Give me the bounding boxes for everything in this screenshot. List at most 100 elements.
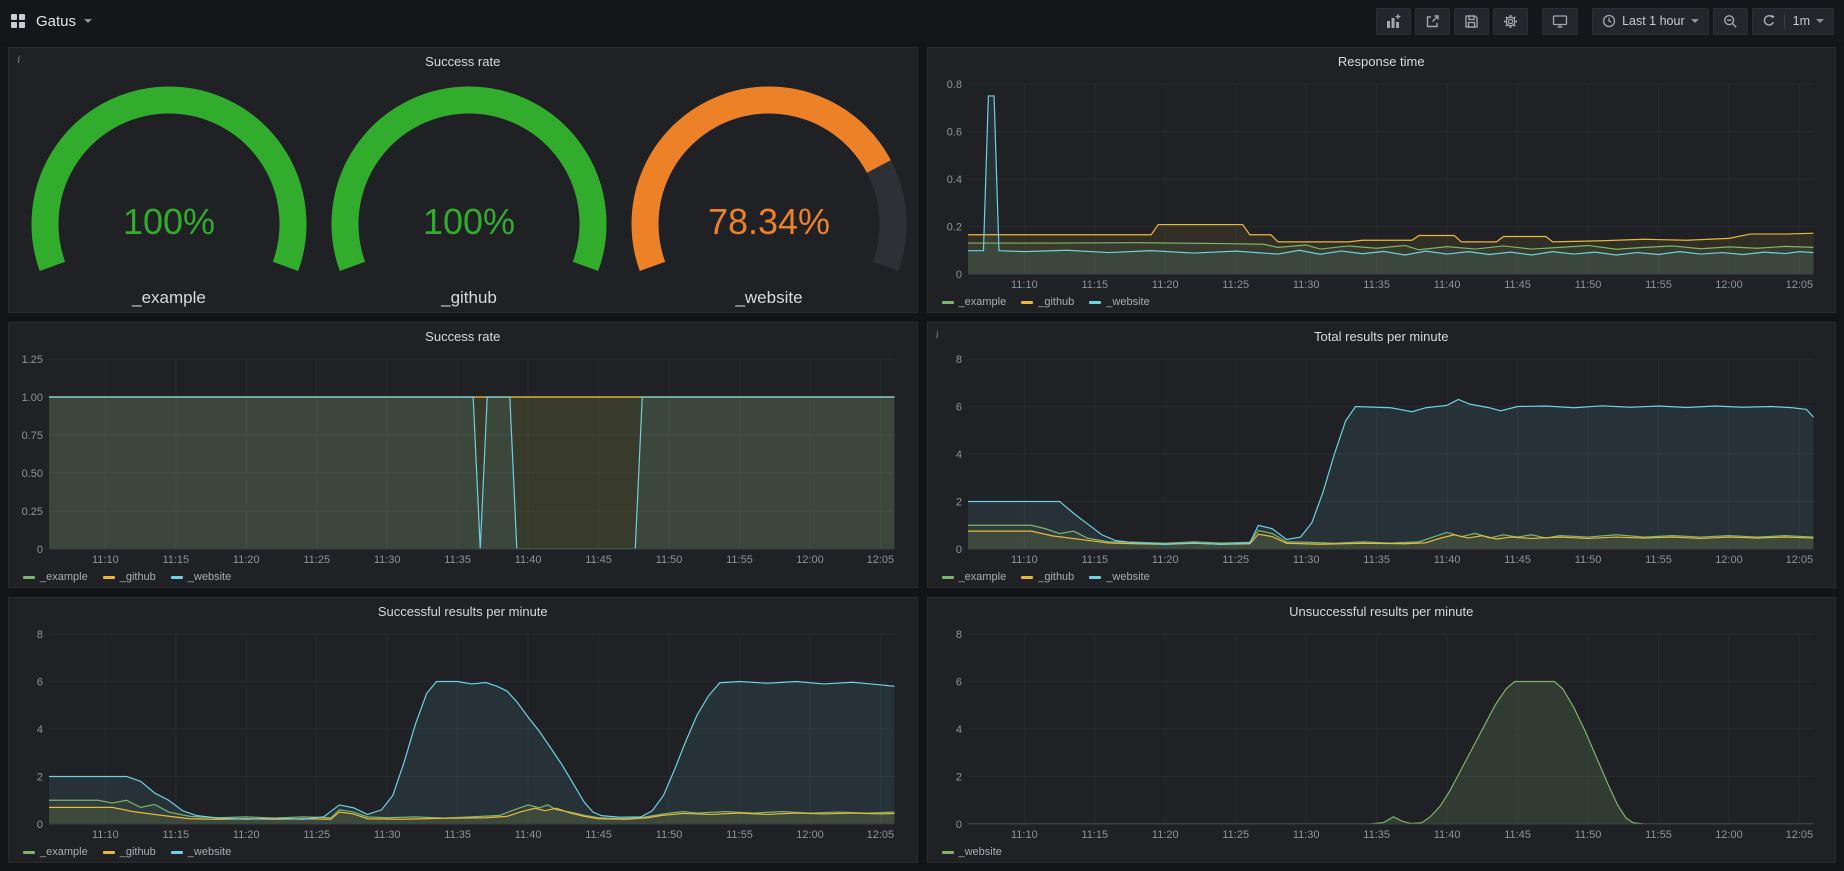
chart-legend: _example _github _website: [9, 842, 917, 862]
legend-item-example[interactable]: _example: [942, 571, 1007, 583]
cycle-view-mode-button[interactable]: [1542, 8, 1578, 35]
svg-text:12:05: 12:05: [1785, 829, 1813, 841]
dashboard-title: Gatus: [36, 13, 76, 30]
panel-info-icon[interactable]: i: [936, 327, 939, 342]
svg-text:11:55: 11:55: [1645, 829, 1672, 841]
panel-title[interactable]: Unsuccessful results per minute: [1289, 604, 1473, 619]
legend-item-website[interactable]: _website: [171, 846, 231, 858]
svg-text:11:25: 11:25: [1222, 554, 1249, 566]
zoom-out-button[interactable]: [1713, 8, 1748, 35]
svg-text:11:20: 11:20: [1151, 554, 1178, 566]
panel-title[interactable]: Success rate: [425, 54, 500, 69]
add-panel-button[interactable]: [1376, 8, 1411, 35]
navbar-left: Gatus: [10, 13, 92, 30]
save-dashboard-button[interactable]: [1454, 8, 1489, 35]
success-rate-chart[interactable]: 11:1011:1511:2011:2511:3011:3511:4011:45…: [13, 349, 909, 567]
cycle-view-icon: [1552, 14, 1568, 29]
svg-text:11:30: 11:30: [1292, 279, 1319, 291]
svg-text:11:40: 11:40: [515, 829, 542, 841]
clock-icon: [1602, 14, 1616, 28]
svg-text:11:50: 11:50: [1574, 279, 1601, 291]
panel-header: Successful results per minute: [9, 598, 917, 624]
svg-text:11:45: 11:45: [1504, 829, 1531, 841]
legend-item-github[interactable]: _github: [1021, 296, 1074, 308]
legend-swatch: [942, 576, 954, 579]
chart-legend: _example _github _website: [928, 292, 1836, 312]
legend-item-website[interactable]: _website: [942, 846, 1002, 858]
svg-text:11:10: 11:10: [1011, 554, 1038, 566]
legend-item-website[interactable]: _website: [1089, 296, 1149, 308]
share-dashboard-button[interactable]: [1415, 8, 1450, 35]
legend-label: _github: [120, 571, 156, 583]
save-icon: [1464, 14, 1479, 29]
panel-success-rate-series: Success rate 11:1011:1511:2011:2511:3011…: [8, 322, 918, 588]
panel-total-results: i Total results per minute 11:10 11:15 11:…: [927, 322, 1837, 588]
svg-text:11:55: 11:55: [1645, 554, 1672, 566]
gauge-label: _github: [319, 288, 619, 308]
time-range-label: Last 1 hour: [1622, 14, 1685, 28]
legend-item-example[interactable]: _example: [23, 571, 88, 583]
svg-text:4: 4: [955, 449, 961, 461]
svg-text:11:10: 11:10: [1011, 829, 1038, 841]
legend-item-website[interactable]: _website: [1089, 571, 1149, 583]
dashboard-settings-button[interactable]: [1493, 8, 1528, 35]
svg-text:12:05: 12:05: [867, 829, 895, 841]
apps-grid-icon[interactable]: [10, 13, 26, 29]
panel-title[interactable]: Response time: [1338, 54, 1425, 69]
settings-gear-icon: [1503, 14, 1518, 29]
legend-swatch: [1089, 576, 1101, 579]
svg-text:2: 2: [955, 771, 961, 783]
svg-text:11:35: 11:35: [1363, 829, 1390, 841]
gauges-row: 100% _example 100% _github 78.34% _websi…: [9, 74, 917, 312]
button-divider: [1784, 14, 1785, 29]
gauge-arc-example: [19, 76, 319, 286]
svg-text:11:10: 11:10: [1011, 279, 1038, 291]
svg-text:11:55: 11:55: [1645, 279, 1672, 291]
legend-item-github[interactable]: _github: [103, 571, 156, 583]
gauge-arc-github: [319, 76, 619, 286]
svg-text:0: 0: [955, 269, 961, 281]
gauge-value: 78.34%: [619, 202, 919, 242]
svg-text:8: 8: [37, 629, 43, 641]
legend-swatch: [103, 576, 115, 579]
svg-text:11:15: 11:15: [1081, 829, 1108, 841]
legend-label: _example: [959, 296, 1007, 308]
legend-item-github[interactable]: _github: [1021, 571, 1074, 583]
panel-title[interactable]: Total results per minute: [1314, 329, 1448, 344]
legend-swatch: [942, 851, 954, 854]
panel-title[interactable]: Success rate: [425, 329, 500, 344]
svg-text:11:15: 11:15: [1081, 554, 1108, 566]
legend-item-example[interactable]: _example: [942, 296, 1007, 308]
total-results-chart[interactable]: 11:1011:1511:2011:2511:3011:3511:4011:45…: [932, 349, 1828, 567]
panel-info-icon[interactable]: i: [17, 52, 20, 67]
legend-label: _github: [1038, 296, 1074, 308]
time-range-picker[interactable]: Last 1 hour: [1592, 8, 1709, 35]
panel-title[interactable]: Successful results per minute: [378, 604, 548, 619]
successful-results-chart[interactable]: 11:1011:1511:2011:2511:3011:3511:4011:45…: [13, 624, 909, 842]
svg-text:11:50: 11:50: [1574, 829, 1601, 841]
chart-legend: _website: [928, 842, 1836, 862]
legend-item-github[interactable]: _github: [103, 846, 156, 858]
svg-text:0: 0: [955, 544, 961, 556]
refresh-button[interactable]: 1m: [1752, 8, 1834, 35]
legend-swatch: [1021, 576, 1033, 579]
svg-text:11:15: 11:15: [162, 829, 189, 841]
svg-text:0.6: 0.6: [946, 127, 961, 139]
navbar: Gatus: [0, 0, 1844, 42]
svg-text:11:50: 11:50: [1574, 554, 1601, 566]
svg-text:0: 0: [37, 819, 43, 831]
panel-header: i Success rate: [9, 48, 917, 74]
legend-item-website[interactable]: _website: [171, 571, 231, 583]
axis-labels: 11:1011:1511:2011:2511:3011:3511:4011:45…: [955, 629, 1812, 841]
chart-area: 11:1011:1511:2011:2511:3011:3511:4011:45…: [928, 624, 1836, 842]
response-time-chart[interactable]: 11:1011:1511:2011:2511:3011:3511:4011:45…: [932, 74, 1828, 292]
legend-item-example[interactable]: _example: [23, 846, 88, 858]
panel-header: i Total results per minute: [928, 323, 1836, 349]
svg-text:0.4: 0.4: [946, 174, 961, 186]
unsuccessful-results-chart[interactable]: 11:1011:1511:2011:2511:3011:3511:4011:45…: [932, 624, 1828, 842]
legend-label: _example: [40, 846, 88, 858]
svg-text:11:45: 11:45: [585, 554, 612, 566]
legend-swatch: [1089, 301, 1101, 304]
dashboard-title-dropdown[interactable]: Gatus: [36, 13, 92, 30]
gauge-github: 100% _github: [319, 76, 619, 308]
